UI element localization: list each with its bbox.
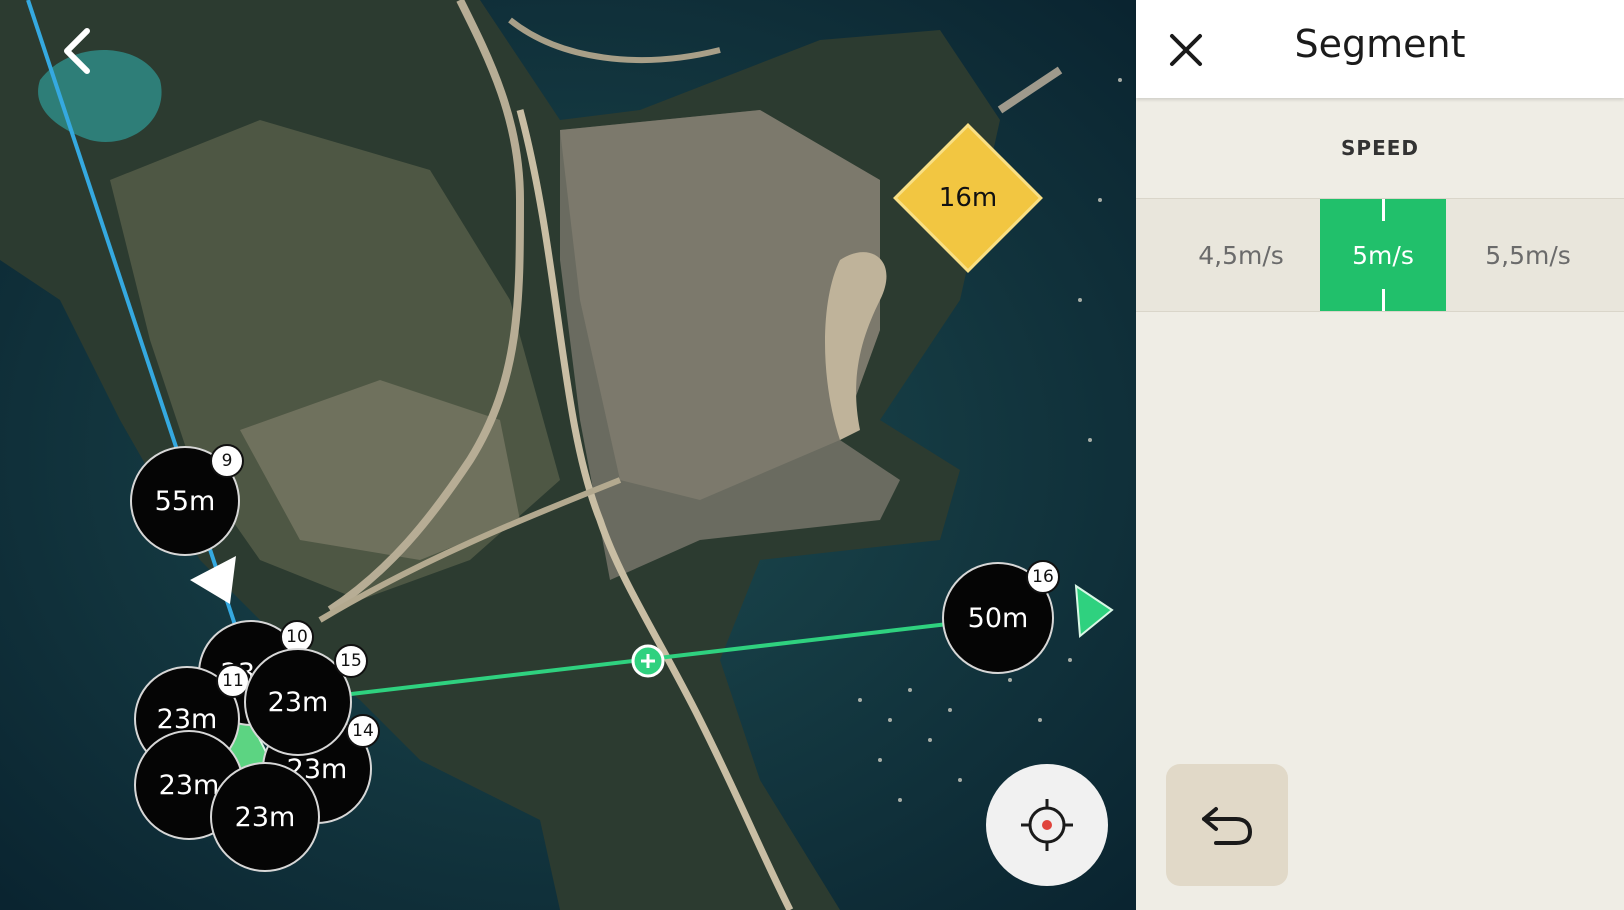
waypoint-altitude: 23m — [158, 769, 220, 801]
waypoint-number-badge: 16 — [1026, 560, 1060, 594]
crosshair-icon — [1021, 799, 1073, 851]
speed-option-5-selected[interactable]: 5m/s — [1320, 199, 1446, 311]
waypoint-altitude: 23m — [234, 801, 296, 833]
speed-section-label: SPEED — [1341, 136, 1419, 160]
panel-header: Segment — [1136, 0, 1624, 98]
speed-selector: 4,5m/s 5m/s 5,5m/s — [1136, 198, 1624, 312]
waypoint-16[interactable]: 50m 16 — [942, 560, 1060, 674]
waypoint-13[interactable]: 23m — [210, 762, 320, 872]
chevron-left-icon — [64, 28, 90, 74]
segment-panel: Segment SPEED 4,5m/s 5m/s 5,5m/s — [1136, 0, 1624, 910]
undo-icon — [1202, 807, 1253, 845]
selector-tick — [1382, 199, 1385, 221]
locate-me-button[interactable] — [986, 764, 1108, 886]
segment-midpoint-plus-icon[interactable] — [631, 644, 665, 678]
waypoint-altitude: 50m — [967, 602, 1029, 634]
waypoint-9[interactable]: 55m 9 — [130, 444, 244, 556]
satellite-map[interactable]: 16m 55m 9 23m 10 23m 11 23m 14 23m 23m 2… — [0, 0, 1136, 910]
panel-title: Segment — [1294, 22, 1466, 66]
speed-option-label: 5m/s — [1352, 240, 1414, 270]
waypoint-altitude: 23m — [267, 686, 329, 718]
speed-option-4-5[interactable]: 4,5m/s — [1172, 199, 1310, 311]
waypoint-number-badge: 15 — [334, 644, 368, 678]
undo-button[interactable] — [1166, 764, 1288, 886]
waypoint-15[interactable]: 23m 15 — [244, 644, 368, 756]
waypoint-altitude: 55m — [154, 485, 216, 517]
speed-option-5-5[interactable]: 5,5m/s — [1456, 199, 1600, 311]
back-button[interactable] — [50, 20, 102, 82]
selector-tick — [1382, 289, 1385, 311]
waypoint-number-badge: 9 — [210, 444, 244, 478]
poi-altitude-label: 16m — [938, 183, 998, 213]
waypoint-number-badge: 14 — [346, 714, 380, 748]
